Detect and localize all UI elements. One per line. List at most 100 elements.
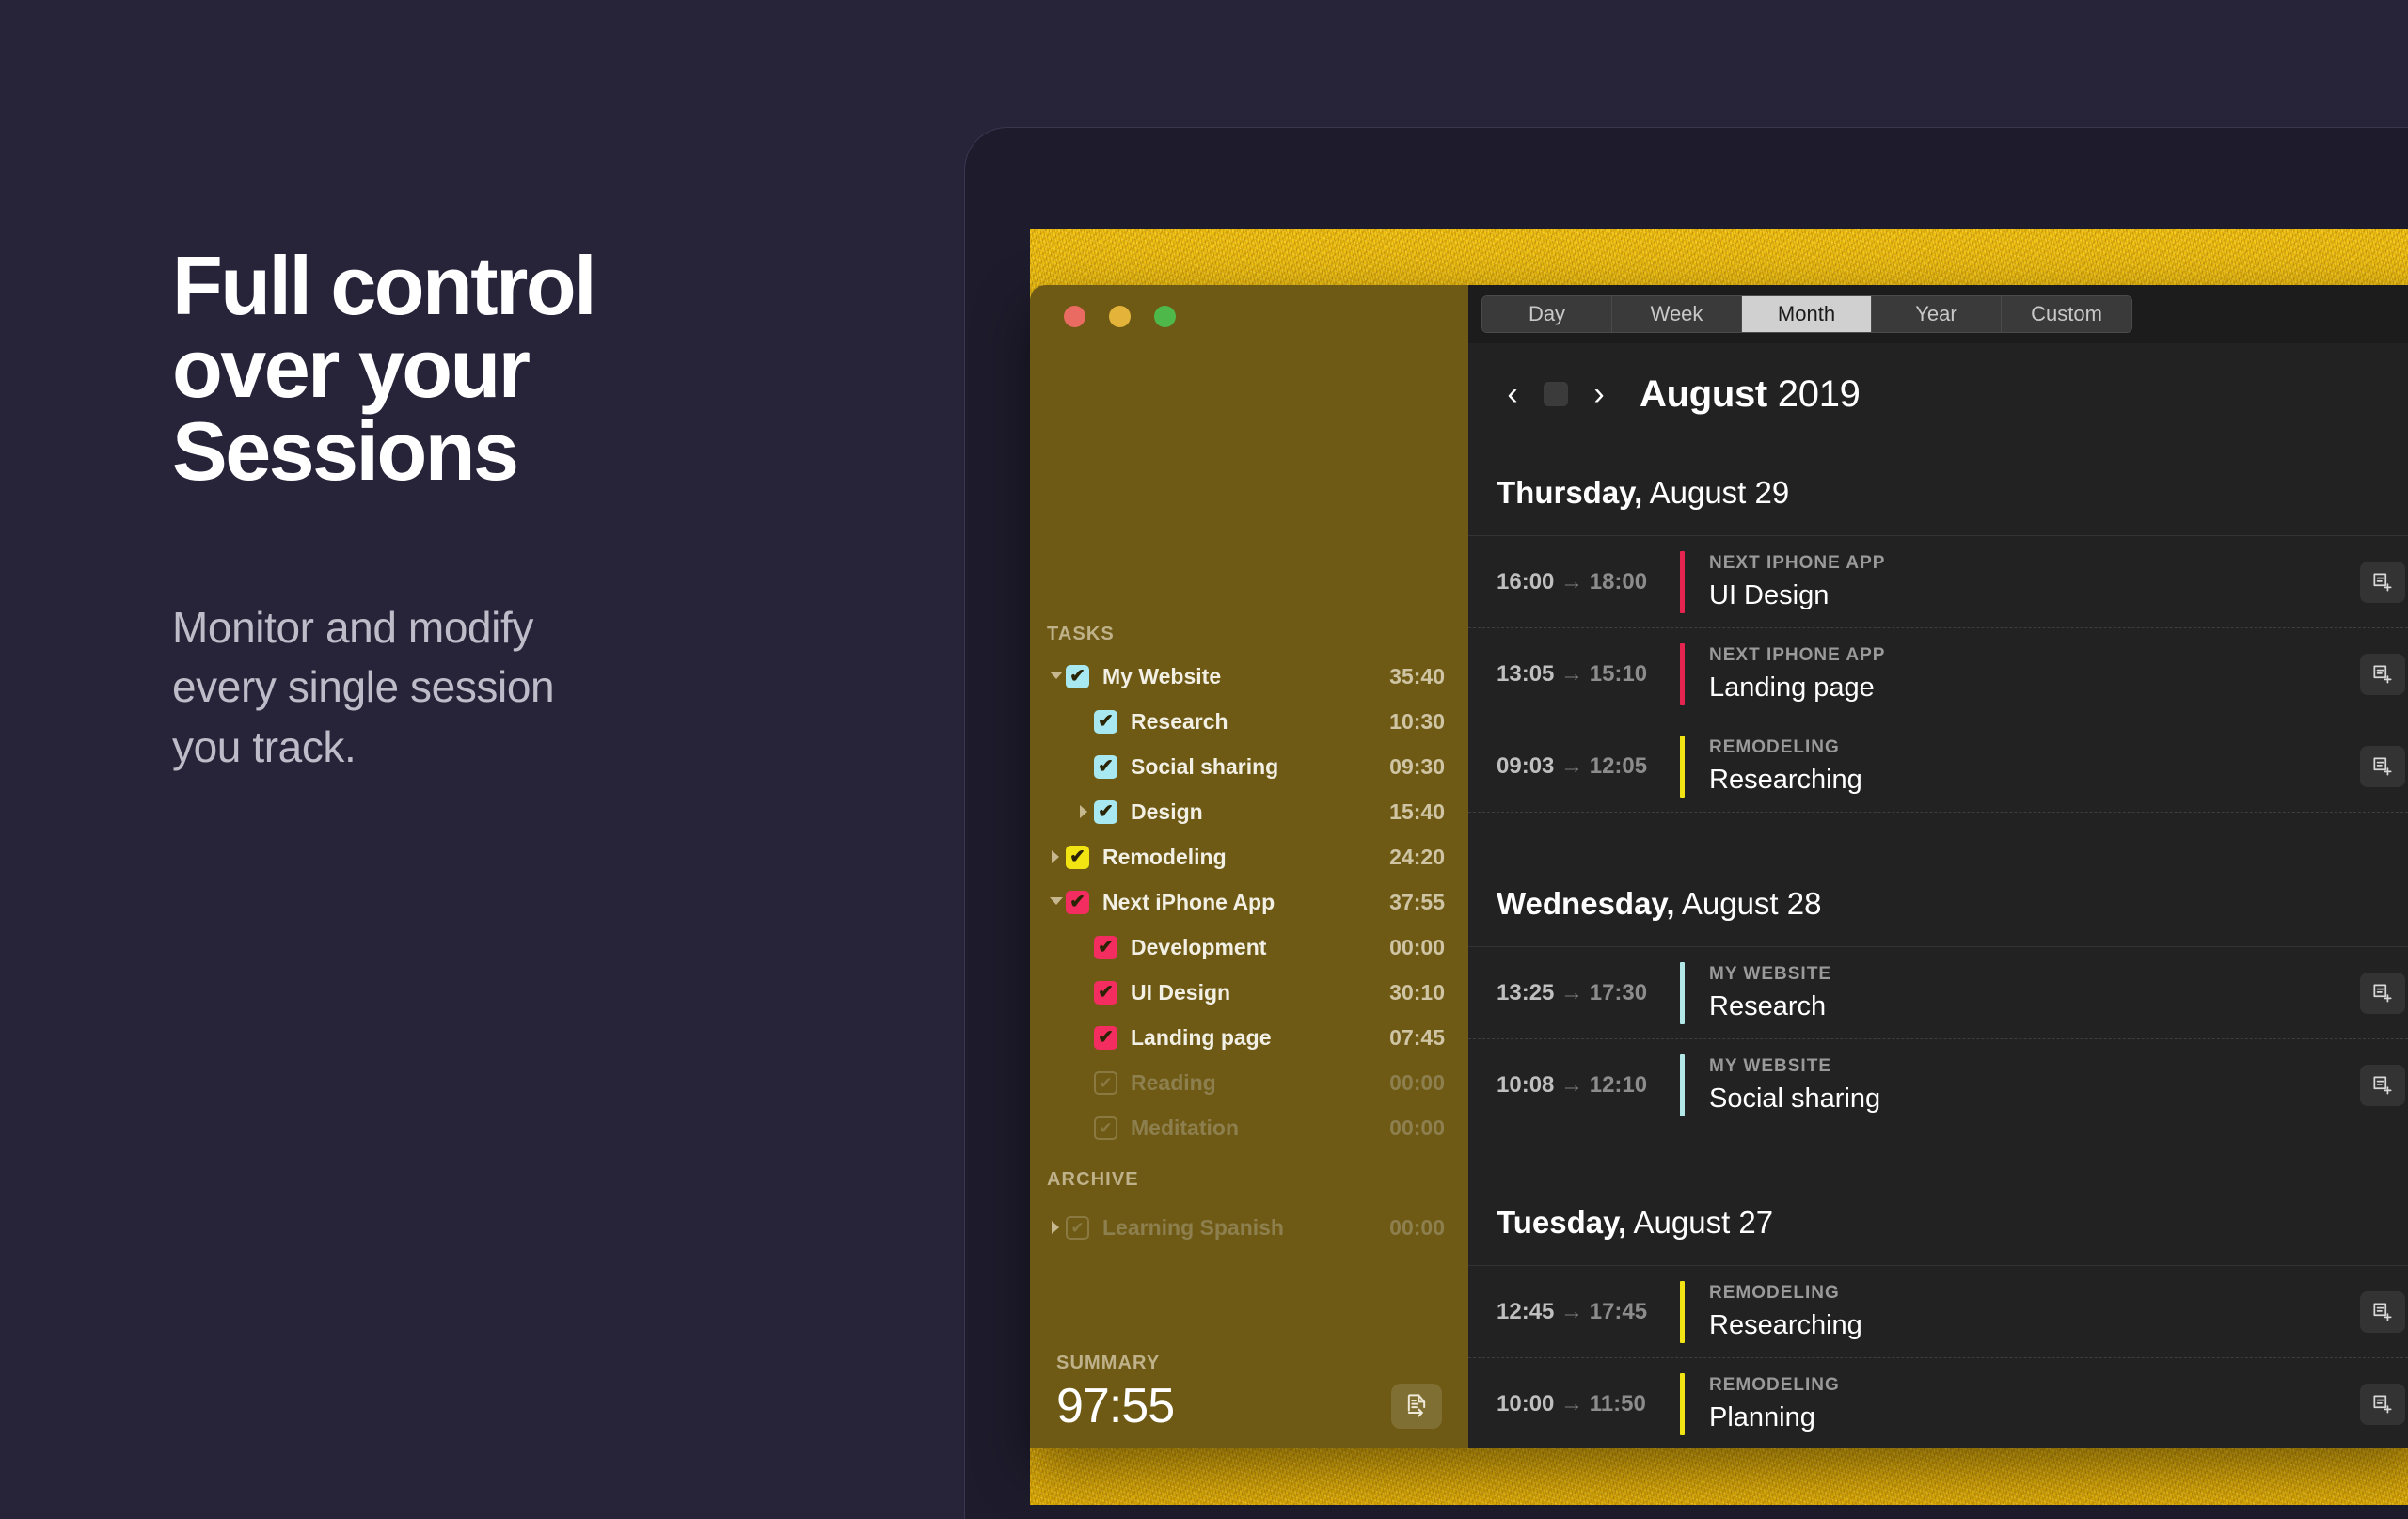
session-project: MY WEBSITE xyxy=(1709,1055,1831,1076)
session-time-range: 13:25 → 17:30 xyxy=(1468,980,1680,1006)
disclosure-triangle-closed-icon[interactable] xyxy=(1075,802,1094,821)
tab-month[interactable]: Month xyxy=(1742,296,1872,332)
archive-list-item[interactable]: ✔ Learning Spanish 00:00 xyxy=(1030,1205,1468,1250)
disclosure-triangle-closed-icon[interactable] xyxy=(1047,1218,1066,1237)
chevron-left-icon[interactable]: ‹ xyxy=(1497,372,1529,416)
task-checkbox[interactable]: ✔ xyxy=(1066,890,1089,914)
session-time-range: 10:00 → 11:50 xyxy=(1468,1391,1680,1417)
task-checkbox[interactable]: ✔ xyxy=(1094,709,1117,734)
session-title: Landing page xyxy=(1709,672,1875,703)
task-checkbox[interactable]: ✔ xyxy=(1094,754,1117,779)
arrow-right-icon: → xyxy=(1554,752,1590,779)
tab-day[interactable]: Day xyxy=(1482,296,1612,332)
session-time-range: 13:05 → 15:10 xyxy=(1468,661,1680,688)
tab-custom[interactable]: Custom xyxy=(2002,296,2131,332)
session-start-time: 16:00 xyxy=(1497,568,1555,594)
stop-square-icon[interactable] xyxy=(1544,382,1568,406)
session-row[interactable]: 10:08 → 12:10 MY WEBSITE Social sharing xyxy=(1468,1039,2408,1131)
session-title: Researching xyxy=(1709,764,1862,795)
view-toolbar: Day Week Month Year Custom xyxy=(1468,285,2408,343)
add-note-icon[interactable] xyxy=(2360,745,2405,787)
minimize-button[interactable] xyxy=(1109,306,1131,327)
archive-section-label: ARCHIVE xyxy=(1047,1169,1139,1190)
task-list-item[interactable]: ✔ My Website 35:40 xyxy=(1030,654,1468,699)
session-project: REMODELING xyxy=(1709,736,1840,757)
view-segmented-control[interactable]: Day Week Month Year Custom xyxy=(1481,295,2132,333)
summary-panel: SUMMARY 97:55 xyxy=(1030,1336,1468,1448)
session-row[interactable]: 12:45 → 17:45 REMODELING Researching xyxy=(1468,1266,2408,1358)
task-name: Meditation xyxy=(1131,1115,1239,1140)
app-window: TASKS ✔ My Website 35:40 ✔ Research 10:30 ✔ Soc… xyxy=(1030,285,2408,1448)
disclosure-triangle-open-icon[interactable] xyxy=(1047,667,1066,686)
arrow-right-icon: → xyxy=(1554,568,1590,594)
tab-week[interactable]: Week xyxy=(1612,296,1742,332)
task-checkbox[interactable]: ✔ xyxy=(1094,799,1117,824)
task-list-item[interactable]: ✔ Meditation 00:00 xyxy=(1030,1105,1468,1150)
document-export-icon[interactable] xyxy=(1391,1384,1442,1429)
session-time-range: 12:45 → 17:45 xyxy=(1468,1299,1680,1325)
session-row[interactable]: 10:00 → 11:50 REMODELING Planning xyxy=(1468,1358,2408,1448)
task-list-item[interactable]: ✔ Research 10:30 xyxy=(1030,699,1468,744)
session-details: REMODELING Researching xyxy=(1685,1283,2360,1341)
page-title: August 2019 xyxy=(1640,373,1861,416)
task-checkbox[interactable]: ✔ xyxy=(1094,1025,1117,1050)
task-list-item[interactable]: ✔ UI Design 30:10 xyxy=(1030,970,1468,1015)
session-end-time: 17:30 xyxy=(1589,979,1648,1005)
task-list-item[interactable]: ✔ Next iPhone App 37:55 xyxy=(1030,879,1468,925)
day-header: Thursday, August 29 xyxy=(1468,445,2408,536)
session-row[interactable]: 13:05 → 15:10 NEXT IPHONE APP Landing page xyxy=(1468,628,2408,720)
task-list-item[interactable]: ✔ Remodeling 24:20 xyxy=(1030,834,1468,879)
close-button[interactable] xyxy=(1064,306,1085,327)
task-list-item[interactable]: ✔ Reading 00:00 xyxy=(1030,1060,1468,1105)
task-checkbox[interactable]: ✔ xyxy=(1094,935,1117,959)
task-list-item[interactable]: ✔ Landing page 07:45 xyxy=(1030,1015,1468,1060)
task-checkbox[interactable]: ✔ xyxy=(1094,1116,1117,1140)
task-name: Development xyxy=(1131,934,1267,959)
chevron-right-icon[interactable]: › xyxy=(1583,372,1615,416)
task-list-item[interactable]: ✔ Social sharing 09:30 xyxy=(1030,744,1468,789)
current-month: August xyxy=(1640,372,1767,415)
add-note-icon[interactable] xyxy=(2360,561,2405,603)
task-checkbox[interactable]: ✔ xyxy=(1066,845,1089,869)
task-checkbox[interactable]: ✔ xyxy=(1066,1215,1089,1240)
task-name: Learning Spanish xyxy=(1102,1214,1284,1240)
add-note-icon[interactable] xyxy=(2360,1383,2405,1425)
task-list: ✔ My Website 35:40 ✔ Research 10:30 ✔ Social sh… xyxy=(1030,654,1468,1150)
session-title: UI Design xyxy=(1709,579,1830,610)
session-row[interactable]: 16:00 → 18:00 NEXT IPHONE APP UI Design xyxy=(1468,536,2408,628)
add-note-icon[interactable] xyxy=(2360,1290,2405,1333)
session-end-time: 12:10 xyxy=(1589,1071,1648,1098)
tasks-section-label: TASKS xyxy=(1047,624,1115,644)
disclosure-triangle-open-icon[interactable] xyxy=(1047,893,1066,911)
task-checkbox[interactable]: ✔ xyxy=(1066,664,1089,688)
add-note-icon[interactable] xyxy=(2360,1064,2405,1106)
session-start-time: 12:45 xyxy=(1497,1298,1555,1324)
add-note-icon[interactable] xyxy=(2360,653,2405,695)
add-note-icon[interactable] xyxy=(2360,972,2405,1014)
task-checkbox[interactable]: ✔ xyxy=(1094,980,1117,1005)
session-start-time: 10:00 xyxy=(1497,1390,1555,1416)
arrow-right-icon: → xyxy=(1554,1298,1590,1324)
tab-year[interactable]: Year xyxy=(1872,296,2002,332)
task-duration: 30:10 xyxy=(1389,979,1445,1005)
session-row[interactable]: 09:03 → 12:05 REMODELING Researching xyxy=(1468,720,2408,813)
session-row[interactable]: 13:25 → 17:30 MY WEBSITE Research xyxy=(1468,947,2408,1039)
session-time-range: 09:03 → 12:05 xyxy=(1468,753,1680,780)
task-duration: 00:00 xyxy=(1389,934,1445,959)
task-list-item[interactable]: ✔ Design 15:40 xyxy=(1030,789,1468,834)
task-checkbox[interactable]: ✔ xyxy=(1094,1070,1117,1095)
day-header: Wednesday, August 28 xyxy=(1468,856,2408,947)
arrow-right-icon: → xyxy=(1554,660,1590,687)
day-weekday: Tuesday, xyxy=(1497,1205,1627,1240)
task-list-item[interactable]: ✔ Development 00:00 xyxy=(1030,925,1468,970)
task-duration: 09:30 xyxy=(1389,753,1445,779)
maximize-button[interactable] xyxy=(1154,306,1176,327)
disclosure-triangle-closed-icon[interactable] xyxy=(1047,847,1066,866)
session-title: Researching xyxy=(1709,1309,1862,1340)
session-project: NEXT IPHONE APP xyxy=(1709,644,1886,665)
day-weekday: Thursday, xyxy=(1497,475,1643,510)
